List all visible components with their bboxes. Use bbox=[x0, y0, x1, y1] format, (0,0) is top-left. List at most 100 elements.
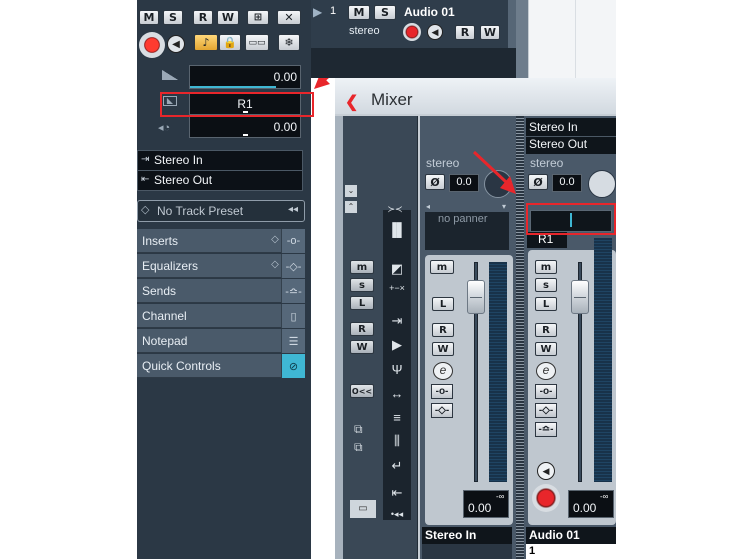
output-routing[interactable]: Stereo Out bbox=[154, 173, 212, 187]
output-icon: ⇤ bbox=[141, 174, 150, 185]
project-grid bbox=[528, 0, 616, 78]
section-notepad[interactable]: Notepad ☰ bbox=[137, 329, 305, 353]
strip-output[interactable]: Stereo Out bbox=[529, 137, 587, 151]
fader-handle-left[interactable] bbox=[467, 280, 485, 314]
pan-marker bbox=[243, 134, 248, 136]
group-channel-icon[interactable]: ≡ bbox=[386, 406, 408, 428]
input-channel-icon[interactable]: ⇥ bbox=[386, 310, 408, 332]
close-editor-icon[interactable]: ✕ bbox=[277, 10, 301, 25]
audio-channel-icon[interactable]: ▶ bbox=[386, 334, 408, 356]
eq-bypass-icon[interactable]: -◇- bbox=[431, 403, 453, 418]
track-type: stereo bbox=[349, 25, 380, 37]
freeze-icon[interactable]: ❄ bbox=[278, 34, 300, 51]
strip-solo-button[interactable]: s bbox=[535, 278, 557, 292]
channel-overview-icon[interactable]: ▐▌ bbox=[386, 218, 408, 240]
track-mute-button[interactable]: M bbox=[348, 5, 370, 20]
instrument-channel-icon[interactable]: Ψ bbox=[386, 358, 408, 380]
collapse-icon[interactable]: ≻≺ bbox=[384, 198, 406, 220]
strip-listen-button[interactable]: L bbox=[535, 297, 557, 311]
section-label: Equalizers bbox=[142, 259, 199, 273]
strip-read-button[interactable]: R bbox=[535, 323, 557, 337]
edit-channel-icon[interactable]: e bbox=[433, 362, 453, 380]
panner-arrow-icon[interactable]: ◂ bbox=[426, 202, 430, 211]
global-read-button[interactable]: R bbox=[350, 322, 374, 336]
strip-mute-button[interactable]: m bbox=[430, 260, 454, 274]
input-gain-field-right[interactable]: 0.0 bbox=[552, 174, 582, 192]
fader-handle-right[interactable] bbox=[571, 280, 589, 314]
eq-icon: -◇- bbox=[281, 254, 305, 278]
strip-listen-button[interactable]: L bbox=[432, 297, 454, 311]
record-enable-icon[interactable] bbox=[139, 32, 165, 58]
undo-mixer-button[interactable]: O<< bbox=[350, 384, 374, 398]
strip-mute-button[interactable]: m bbox=[535, 260, 557, 274]
output-channel-icon[interactable]: ⇤ bbox=[386, 482, 408, 504]
strip-name-right[interactable]: Audio 01 bbox=[529, 528, 580, 542]
collapse-icon[interactable]: ◂◂ bbox=[288, 204, 298, 215]
return-channel-icon[interactable]: ↵ bbox=[386, 455, 408, 477]
inserts-bypass-icon[interactable]: -o- bbox=[431, 384, 453, 399]
strip-write-button[interactable]: W bbox=[432, 342, 454, 356]
global-write-button[interactable]: W bbox=[350, 340, 374, 354]
strip-write-button[interactable]: W bbox=[535, 342, 557, 356]
section-inserts[interactable]: Inserts ◇ -o- bbox=[137, 229, 305, 253]
global-solo-button[interactable]: s bbox=[350, 278, 374, 292]
volume-level-bar bbox=[190, 86, 276, 88]
track-list-area bbox=[311, 48, 526, 78]
sends-icon: -≏- bbox=[281, 279, 305, 303]
mixer-left-edge bbox=[335, 116, 343, 559]
read-button[interactable]: R bbox=[193, 10, 213, 25]
bypass-icon[interactable]: ◇ bbox=[269, 254, 281, 278]
expand-up-icon[interactable]: ⌃ bbox=[345, 201, 357, 213]
strip-number-bar bbox=[526, 544, 616, 559]
volume-icon bbox=[162, 70, 178, 80]
track-name[interactable]: Audio 01 bbox=[404, 5, 455, 19]
grid-icon[interactable]: ⊞ bbox=[247, 10, 269, 25]
phase-icon[interactable]: Ø bbox=[528, 174, 548, 190]
track-read-button[interactable]: R bbox=[455, 25, 475, 40]
strip-name-left[interactable]: Stereo In bbox=[425, 528, 476, 542]
global-mute-button[interactable]: m bbox=[350, 260, 374, 274]
strip-read-button[interactable]: R bbox=[432, 323, 454, 337]
track-monitor-icon[interactable]: ◀ bbox=[427, 24, 443, 40]
expand-down-icon[interactable]: ⌄ bbox=[345, 185, 357, 197]
more-icon[interactable]: •◂◂ bbox=[386, 503, 408, 525]
strip-record-icon[interactable] bbox=[532, 484, 560, 512]
fx-channel-icon[interactable]: ⫼ bbox=[386, 430, 408, 452]
strip-monitor-icon[interactable]: ◀ bbox=[537, 462, 555, 480]
section-sends[interactable]: Sends -≏- bbox=[137, 279, 305, 303]
sends-bypass-icon[interactable]: -≏- bbox=[535, 422, 557, 437]
section-label: Quick Controls bbox=[142, 359, 221, 373]
global-listen-button[interactable]: L bbox=[350, 296, 374, 310]
input-routing[interactable]: Stereo In bbox=[154, 153, 203, 167]
track-record-icon[interactable] bbox=[403, 23, 421, 41]
solo-button[interactable]: S bbox=[163, 10, 183, 25]
track-write-button[interactable]: W bbox=[480, 25, 500, 40]
eq-bypass-icon[interactable]: -◇- bbox=[535, 403, 557, 418]
panner-dropdown-icon[interactable]: ▾ bbox=[502, 202, 506, 211]
track-solo-button[interactable]: S bbox=[374, 5, 396, 20]
track-expand-icon[interactable]: ▶ bbox=[313, 5, 322, 19]
inserts-bypass-icon[interactable]: -o- bbox=[535, 384, 557, 399]
gain-knob-icon[interactable] bbox=[588, 170, 616, 198]
paste-icon[interactable]: ⧉ bbox=[354, 440, 363, 455]
copy-icon[interactable]: ⧉ bbox=[354, 422, 363, 437]
write-button[interactable]: W bbox=[217, 10, 239, 25]
section-channel[interactable]: Channel ▯ bbox=[137, 304, 305, 328]
section-equalizers[interactable]: Equalizers ◇ -◇- bbox=[137, 254, 305, 278]
phase-icon[interactable]: Ø bbox=[425, 174, 445, 190]
strip-label-stereo-right: stereo bbox=[530, 156, 564, 170]
folder-icon[interactable]: ▭ bbox=[350, 500, 376, 518]
section-quick-controls[interactable]: Quick Controls ⊘ bbox=[137, 354, 305, 378]
midi-channel-icon[interactable]: ↔ bbox=[386, 382, 408, 404]
plus-minus-icon[interactable]: +−× bbox=[386, 277, 408, 299]
mute-button[interactable]: M bbox=[139, 10, 159, 25]
monitor-icon[interactable]: ◀ bbox=[167, 35, 185, 53]
lanes-icon[interactable]: ▭▭ bbox=[245, 34, 269, 51]
music-time-icon[interactable]: ♪ bbox=[194, 34, 218, 51]
lock-icon[interactable]: 🔒 bbox=[219, 34, 241, 51]
quick-controls-icon: ⊘ bbox=[281, 354, 305, 378]
bypass-icon[interactable]: ◇ bbox=[269, 229, 281, 253]
strip-input[interactable]: Stereo In bbox=[529, 120, 578, 134]
mixer-routing-highlight bbox=[526, 203, 616, 235]
edit-channel-icon[interactable]: e bbox=[536, 362, 556, 380]
